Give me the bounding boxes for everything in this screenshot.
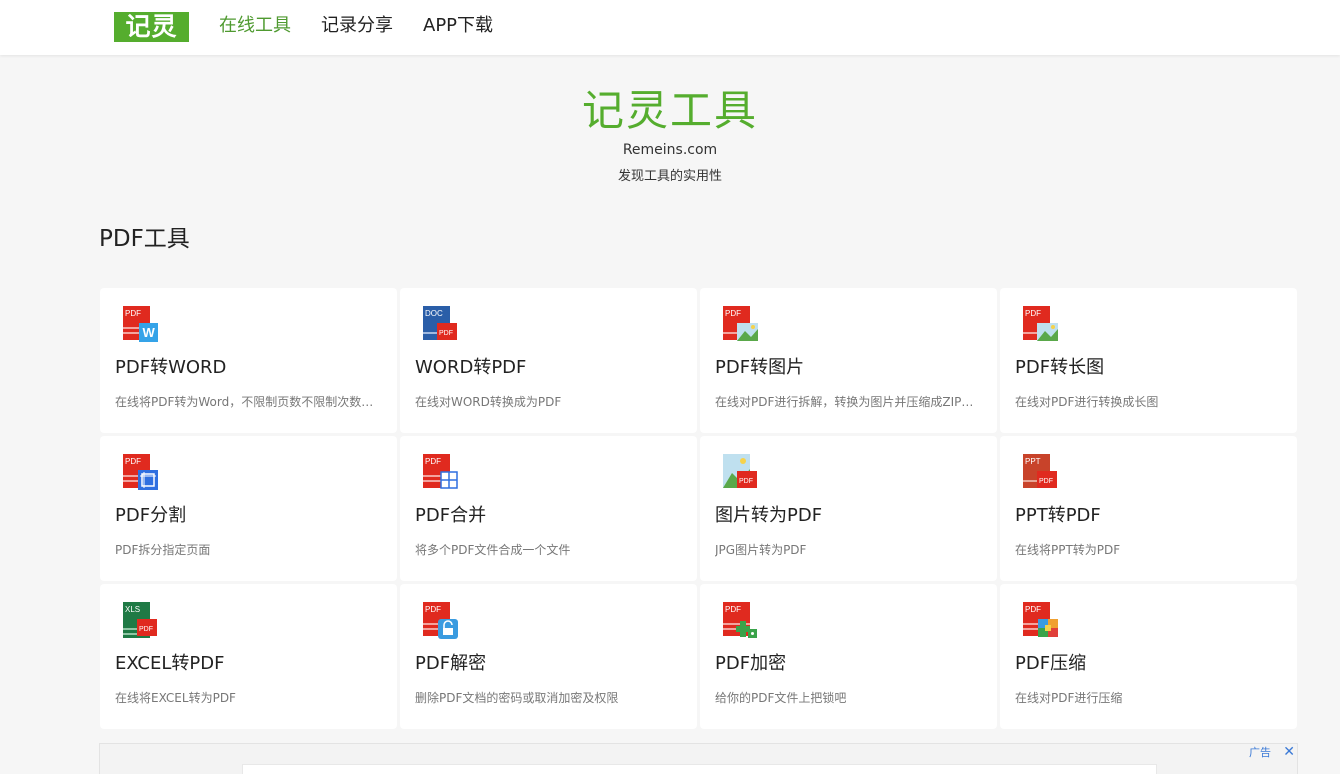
pdf-to-long-image-icon: PDF xyxy=(1023,306,1058,341)
pdf-merge-icon: PDF xyxy=(423,454,458,489)
hero-title: 记灵工具 xyxy=(581,86,758,135)
tool-desc: 在线将EXCEL转为PDF xyxy=(115,691,236,705)
svg-text:W: W xyxy=(143,325,156,340)
tool-name: PDF转图片 xyxy=(715,357,805,378)
svg-text:PDF: PDF xyxy=(1039,478,1053,485)
tool-name: EXCEL转PDF xyxy=(115,653,225,674)
tool-name: 图片转为PDF xyxy=(715,505,823,526)
tool-name: PDF转长图 xyxy=(1015,357,1105,378)
tool-desc: 给你的PDF文件上把锁吧 xyxy=(715,691,847,705)
hero-slogan: 发现工具的实用性 xyxy=(617,169,722,184)
svg-text:PDF: PDF xyxy=(425,457,441,466)
svg-text:PDF: PDF xyxy=(1025,309,1041,318)
tool-name: PPT转PDF xyxy=(1015,505,1101,526)
tool-desc: 在线对WORD转换成为PDF xyxy=(415,395,562,409)
section-title-pdf-tools: PDF工具 xyxy=(99,226,190,252)
word-to-pdf-icon: DOC PDF xyxy=(423,306,457,340)
tool-desc: 在线将PDF转为Word，不限制页数不限制次数，快速转换 xyxy=(115,395,385,409)
tool-card-pdf-to-word[interactable]: PDF W PDF转WORD 在线将PDF转为Word，不限制页数不限制次数，快… xyxy=(100,288,397,433)
svg-text:PDF: PDF xyxy=(725,605,741,614)
tool-desc: 在线对PDF进行拆解，转换为图片并压缩成ZIP保存 xyxy=(715,395,985,409)
svg-text:PDF: PDF xyxy=(439,330,453,337)
svg-text:PDF: PDF xyxy=(125,309,141,318)
ppt-to-pdf-icon: PPT PDF xyxy=(1023,454,1057,488)
svg-text:DOC: DOC xyxy=(425,309,443,318)
svg-text:PDF: PDF xyxy=(425,605,441,614)
svg-text:PDF: PDF xyxy=(725,309,741,318)
tool-card-pdf-encrypt[interactable]: PDF PDF加密 给你的PDF文件上把锁吧 xyxy=(700,584,997,729)
svg-text:PDF: PDF xyxy=(1025,605,1041,614)
svg-text:PDF: PDF xyxy=(125,457,141,466)
site-logo[interactable]: 记灵 xyxy=(114,12,189,42)
svg-text:XLS: XLS xyxy=(125,605,140,614)
tool-desc: JPG图片转为PDF xyxy=(715,543,807,557)
tool-card-word-to-pdf[interactable]: DOC PDF WORD转PDF 在线对WORD转换成为PDF xyxy=(400,288,697,433)
tool-name: PDF合并 xyxy=(415,505,487,526)
excel-to-pdf-icon: XLS PDF xyxy=(123,602,157,638)
ad-banner[interactable]: 广告 ✕ xyxy=(99,743,1298,774)
tool-name: PDF分割 xyxy=(115,505,187,526)
svg-text:PDF: PDF xyxy=(739,478,753,485)
ad-content[interactable] xyxy=(242,764,1157,774)
tool-card-pdf-merge[interactable]: PDF PDF合并 将多个PDF文件合成一个文件 xyxy=(400,436,697,581)
hero-section: 记灵工具 Remeins.com 发现工具的实用性 xyxy=(0,84,1340,186)
pdf-unlock-icon: PDF xyxy=(423,602,458,639)
tool-name: PDF加密 xyxy=(715,653,787,674)
tool-name: WORD转PDF xyxy=(415,357,527,378)
pdf-compress-icon: PDF xyxy=(1023,602,1058,637)
tool-name: PDF解密 xyxy=(415,653,487,674)
tool-card-pdf-compress[interactable]: PDF PDF压缩 在线对PDF进行压缩 xyxy=(1000,584,1297,729)
tool-desc: 在线对PDF进行压缩 xyxy=(1015,691,1123,705)
image-to-pdf-icon: PDF xyxy=(723,454,757,488)
tool-desc: 在线对PDF进行转换成长图 xyxy=(1015,395,1159,409)
pdf-to-image-icon: PDF xyxy=(723,306,758,341)
nav-online-tools[interactable]: 在线工具 xyxy=(219,13,291,39)
nav-app-download[interactable]: APP下载 xyxy=(423,13,493,39)
tool-card-image-to-pdf[interactable]: PDF 图片转为PDF JPG图片转为PDF xyxy=(700,436,997,581)
pdf-to-word-icon: PDF W xyxy=(123,306,158,342)
tool-card-pdf-to-long-image[interactable]: PDF PDF转长图 在线对PDF进行转换成长图 xyxy=(1000,288,1297,433)
tool-card-pdf-split[interactable]: PDF PDF分割 PDF拆分指定页面 xyxy=(100,436,397,581)
tool-name: PDF压缩 xyxy=(1015,653,1087,674)
main-nav: 在线工具 记录分享 APP下载 xyxy=(219,13,493,39)
tool-card-pdf-unlock[interactable]: PDF PDF解密 删除PDF文档的密码或取消加密及权限 xyxy=(400,584,697,729)
tool-name: PDF转WORD xyxy=(115,357,227,378)
svg-text:PPT: PPT xyxy=(1025,457,1041,466)
close-icon[interactable]: ✕ xyxy=(1283,744,1295,760)
tool-desc: PDF拆分指定页面 xyxy=(115,543,211,557)
pdf-encrypt-icon: PDF xyxy=(723,602,757,638)
tool-desc: 删除PDF文档的密码或取消加密及权限 xyxy=(415,691,619,705)
ad-label[interactable]: 广告 xyxy=(1249,746,1271,760)
tool-grid: PDF W PDF转WORD 在线将PDF转为Word，不限制页数不限制次数，快… xyxy=(100,288,1297,729)
tool-card-ppt-to-pdf[interactable]: PPT PDF PPT转PDF 在线将PPT转为PDF xyxy=(1000,436,1297,581)
tool-card-pdf-to-image[interactable]: PDF PDF转图片 在线对PDF进行拆解，转换为图片并压缩成ZIP保存 xyxy=(700,288,997,433)
tool-desc: 在线将PPT转为PDF xyxy=(1015,543,1121,557)
hero-domain: Remeins.com xyxy=(622,142,718,158)
nav-record-share[interactable]: 记录分享 xyxy=(321,13,393,39)
top-navbar: 记灵 在线工具 记录分享 APP下载 xyxy=(0,0,1340,55)
svg-text:PDF: PDF xyxy=(139,626,153,633)
tool-desc: 将多个PDF文件合成一个文件 xyxy=(415,543,571,557)
pdf-split-icon: PDF xyxy=(123,454,158,490)
tool-card-excel-to-pdf[interactable]: XLS PDF EXCEL转PDF 在线将EXCEL转为PDF xyxy=(100,584,397,729)
